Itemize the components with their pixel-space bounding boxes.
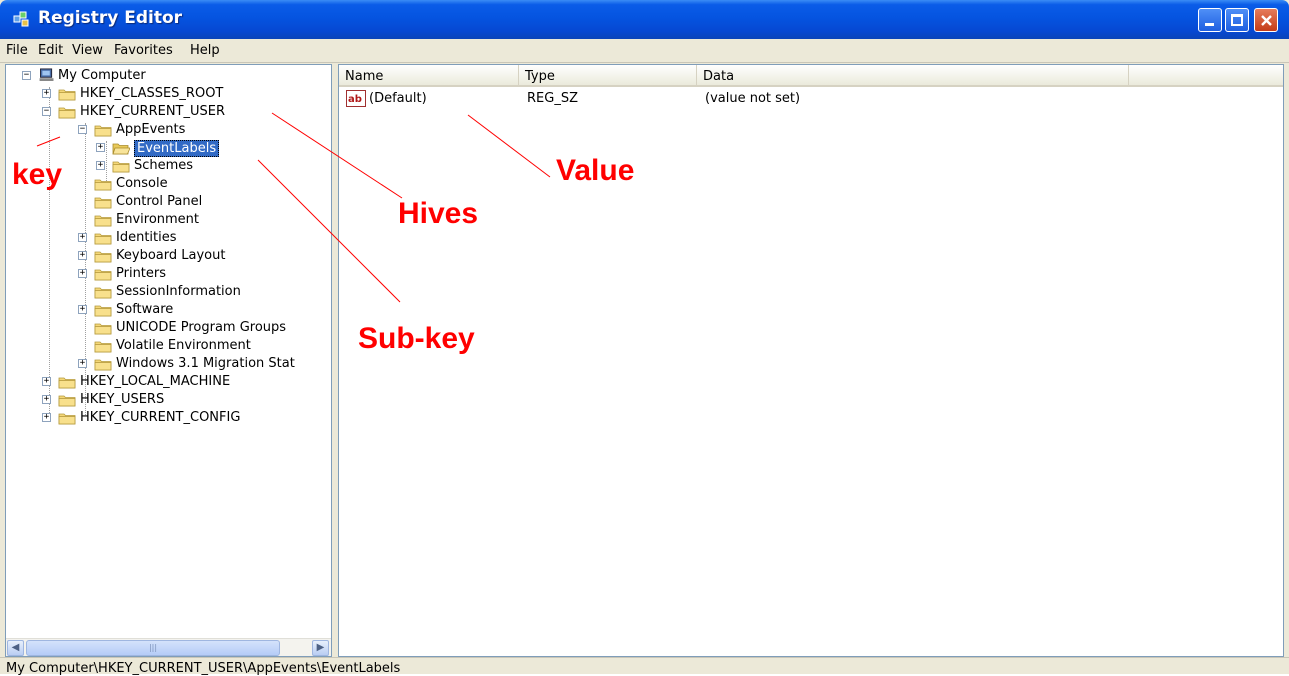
scrollbar-thumb[interactable]: ||| [26, 640, 280, 656]
title-bar[interactable]: Registry Editor [0, 0, 1289, 39]
maximize-button[interactable] [1225, 8, 1249, 32]
expand-icon[interactable]: + [42, 395, 51, 404]
expand-icon[interactable]: + [78, 233, 87, 242]
folder-icon [58, 107, 76, 119]
folder-icon [94, 233, 112, 245]
menu-help[interactable]: Help [190, 43, 220, 58]
tree-label: HKEY_CURRENT_CONFIG [80, 410, 241, 425]
folder-icon [94, 125, 112, 137]
tree-label: HKEY_LOCAL_MACHINE [80, 374, 231, 389]
collapse-icon[interactable]: − [78, 125, 87, 134]
tree-label: Environment [116, 212, 200, 227]
folder-icon [58, 413, 76, 425]
tree-connector [106, 141, 107, 181]
registry-editor-icon [13, 11, 29, 27]
svg-text:ab: ab [348, 94, 362, 105]
computer-icon [39, 68, 54, 81]
tree-horizontal-scrollbar[interactable]: ◀ ||| ▶ [6, 638, 331, 656]
key-tree-pane[interactable]: − My Computer + HKEY_CLASSES_ROOT − HKEY_CU… [5, 64, 332, 657]
tree-label: Console [116, 176, 168, 191]
annotation-subkey: Sub-key [358, 322, 475, 355]
folder-icon [94, 215, 112, 227]
tree-label: AppEvents [116, 122, 186, 137]
value-data: (value not set) [705, 91, 801, 106]
close-icon [1261, 15, 1272, 26]
maximize-icon [1231, 14, 1243, 26]
expand-icon[interactable]: + [42, 377, 51, 386]
expand-icon[interactable]: + [42, 89, 51, 98]
expand-icon[interactable]: + [78, 359, 87, 368]
expand-icon[interactable]: + [96, 161, 105, 170]
tree-label: Windows 3.1 Migration Stat [116, 356, 295, 371]
tree-label: HKEY_CURRENT_USER [80, 104, 226, 119]
tree-label: HKEY_USERS [80, 392, 165, 407]
folder-icon [94, 323, 112, 335]
status-bar: My Computer\HKEY_CURRENT_USER\AppEvents\… [0, 657, 1289, 676]
expand-icon[interactable]: + [96, 143, 105, 152]
expand-icon[interactable]: + [78, 305, 87, 314]
string-value-icon: ab [346, 90, 366, 107]
folder-icon [94, 251, 112, 263]
folder-icon [58, 395, 76, 407]
folder-icon [94, 269, 112, 281]
folder-icon [94, 359, 112, 371]
folder-icon [94, 287, 112, 299]
column-header-data[interactable]: Data [697, 65, 1129, 87]
annotation-value: Value [556, 154, 635, 187]
folder-icon [94, 179, 112, 191]
column-header-name[interactable]: Name [339, 65, 519, 87]
folder-icon [112, 161, 130, 173]
tree-label: EventLabels [134, 140, 220, 157]
menu-file[interactable]: File [6, 43, 28, 58]
scroll-left-icon[interactable]: ◀ [7, 640, 24, 656]
menu-bar: File Edit View Favorites Help [0, 39, 1289, 63]
tree-label: UNICODE Program Groups [116, 320, 287, 335]
tree-label: My Computer [58, 68, 146, 83]
expand-icon[interactable]: + [42, 413, 51, 422]
minimize-icon [1205, 23, 1214, 26]
tree-connector [49, 87, 50, 413]
folder-icon [112, 143, 130, 155]
annotation-key: key [12, 158, 63, 191]
tree-label: Printers [116, 266, 167, 281]
tree-label: HKEY_CLASSES_ROOT [80, 86, 224, 101]
collapse-icon[interactable]: − [42, 107, 51, 116]
column-header-filler [1129, 65, 1283, 87]
tree-label: Volatile Environment [116, 338, 251, 353]
scroll-right-icon[interactable]: ▶ [312, 640, 329, 656]
menu-view[interactable]: View [72, 43, 103, 58]
folder-icon [58, 89, 76, 101]
folder-icon [58, 377, 76, 389]
value-type: REG_SZ [527, 91, 578, 106]
folder-icon [94, 305, 112, 317]
column-header-type[interactable]: Type [519, 65, 697, 87]
expand-icon[interactable]: + [78, 269, 87, 278]
values-list-pane[interactable]: Name Type Data ab (Default) REG_SZ (valu… [338, 64, 1284, 657]
menu-favorites[interactable]: Favorites [114, 43, 173, 58]
tree-label: Control Panel [116, 194, 203, 209]
menu-edit[interactable]: Edit [38, 43, 63, 58]
registry-editor-window: Registry Editor File Edit View Favorites… [0, 0, 1289, 676]
minimize-button[interactable] [1198, 8, 1222, 32]
expand-icon[interactable]: + [78, 251, 87, 260]
folder-icon [94, 197, 112, 209]
annotation-hives: Hives [398, 197, 479, 230]
tree-label: SessionInformation [116, 284, 241, 299]
tree-label: Identities [116, 230, 177, 245]
value-name: (Default) [369, 91, 427, 106]
close-button[interactable] [1254, 8, 1278, 32]
folder-icon [94, 341, 112, 353]
tree-label: Software [116, 302, 174, 317]
collapse-icon[interactable]: − [22, 71, 31, 80]
tree-label: Schemes [134, 158, 194, 173]
window-title: Registry Editor [38, 8, 183, 28]
tree-label: Keyboard Layout [116, 248, 226, 263]
